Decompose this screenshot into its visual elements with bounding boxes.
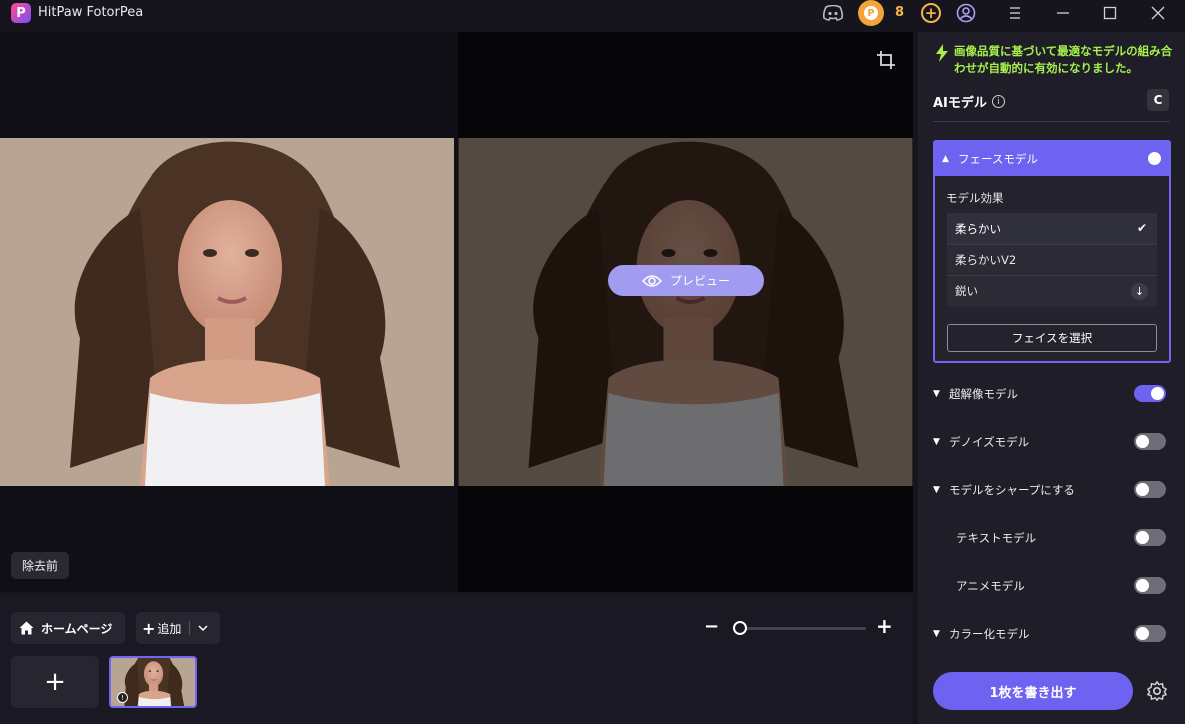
close-icon[interactable]	[1146, 1, 1170, 25]
account-icon[interactable]	[954, 1, 978, 25]
title-bar: P HitPaw FotorPea P 8 +	[0, 0, 1185, 26]
caret-down-icon[interactable]: ▼	[933, 485, 949, 495]
preview-button[interactable]: プレビュー	[608, 265, 764, 296]
caret-down-icon[interactable]: ▼	[933, 437, 949, 447]
zoom-slider-track[interactable]	[740, 627, 866, 630]
home-label: ホームページ	[41, 621, 113, 636]
bottom-bar: ホームページ + 追加 − + + !	[0, 596, 913, 724]
zoom-in-button[interactable]: +	[876, 614, 893, 638]
auto-enable-notice: 画像品質に基づいて最適なモデルの組み合わせが自動的に有効になりました。	[936, 43, 1176, 77]
model-effect-options: 柔らかい ✔ 柔らかいV2 鋭い ↓	[947, 213, 1157, 307]
crop-icon[interactable]	[874, 48, 898, 72]
menu-icon[interactable]	[1003, 1, 1027, 25]
eye-icon	[641, 274, 662, 287]
buy-credits-plus-icon[interactable]: +	[921, 3, 941, 23]
home-button[interactable]: ホームページ	[11, 612, 125, 644]
app-logo-icon: P	[11, 3, 31, 23]
model-row-denoise: ▼ デノイズモデル	[933, 430, 1171, 454]
add-separator	[189, 621, 191, 635]
anime-model-toggle[interactable]	[1134, 577, 1166, 594]
option-label: 柔らかい	[955, 221, 1001, 236]
add-button[interactable]: + 追加	[136, 612, 220, 644]
face-model-toggle[interactable]	[1131, 150, 1163, 167]
caret-down-icon[interactable]: ▼	[933, 629, 949, 639]
model-label: デノイズモデル	[949, 435, 1030, 449]
model-label: テキストモデル	[956, 531, 1037, 545]
credits-count: 8	[895, 5, 905, 20]
thumbnail-info-icon: !	[117, 692, 128, 703]
model-label: モデルをシャープにする	[949, 483, 1075, 497]
preview-label: プレビュー	[669, 274, 730, 288]
option-label: 柔らかいV2	[955, 253, 1017, 267]
discord-icon[interactable]	[821, 1, 845, 25]
denoise-toggle[interactable]	[1134, 433, 1166, 450]
add-plus-icon: +	[142, 618, 156, 638]
gear-icon[interactable]	[1146, 680, 1168, 702]
maximize-icon[interactable]	[1098, 1, 1122, 25]
before-label: 除去前	[11, 552, 69, 579]
add-label: 追加	[157, 621, 182, 636]
super-resolution-toggle[interactable]	[1134, 385, 1166, 402]
reset-button[interactable]: C	[1147, 89, 1169, 111]
face-model-title: フェースモデル	[958, 152, 1038, 166]
sharpen-toggle[interactable]	[1134, 481, 1166, 498]
face-model-section: ▲ フェースモデル モデル効果 柔らかい ✔ 柔らかいV2 鋭い ↓ フェイスを…	[933, 140, 1171, 363]
chevron-down-icon[interactable]	[198, 624, 208, 632]
lightning-icon	[936, 44, 948, 62]
image-thumbnail[interactable]: !	[109, 656, 197, 708]
model-row-super-resolution: ▼ 超解像モデル	[933, 382, 1171, 406]
colorize-toggle[interactable]	[1134, 625, 1166, 642]
minimize-icon[interactable]	[1051, 1, 1075, 25]
model-row-sharpen: ▼ モデルをシャープにする	[933, 478, 1171, 502]
after-image	[458, 138, 913, 486]
model-row-colorize: ▼ カラー化モデル	[933, 622, 1171, 646]
download-icon[interactable]: ↓	[1131, 283, 1148, 300]
ai-model-title: AIモデル i	[933, 92, 1005, 111]
option-label: 鋭い	[955, 284, 978, 298]
effect-option-sharp[interactable]: 鋭い ↓	[947, 275, 1157, 306]
info-icon[interactable]: i	[991, 95, 1005, 108]
image-canvas: 除去前	[0, 32, 913, 592]
model-label: カラー化モデル	[949, 627, 1030, 641]
face-model-header[interactable]: ▲ フェースモデル	[935, 142, 1169, 176]
effect-option-soft[interactable]: 柔らかい ✔	[947, 213, 1157, 244]
app-title: HitPaw FotorPea	[38, 5, 144, 20]
after-preview-pane	[458, 32, 913, 592]
text-model-toggle[interactable]	[1134, 529, 1166, 546]
zoom-out-button[interactable]: −	[704, 616, 719, 637]
export-button[interactable]: 1枚を書き出す	[933, 672, 1133, 710]
notice-text: 画像品質に基づいて最適なモデルの組み合わせが自動的に有効になりました。	[954, 44, 1173, 75]
add-image-button[interactable]: +	[11, 656, 99, 708]
checkmark-icon: ✔	[1136, 221, 1147, 235]
model-label: 超解像モデル	[949, 387, 1018, 401]
model-label: アニメモデル	[956, 579, 1025, 593]
effect-option-soft-v2[interactable]: 柔らかいV2	[947, 244, 1157, 275]
caret-up-icon[interactable]: ▲	[942, 154, 952, 164]
caret-down-icon[interactable]: ▼	[933, 389, 949, 399]
ai-model-title-text: AIモデル	[933, 96, 987, 111]
model-row-text: テキストモデル	[933, 526, 1171, 550]
zoom-slider-handle[interactable]	[733, 621, 747, 635]
home-icon	[19, 621, 34, 635]
divider	[933, 121, 1170, 122]
credits-coin-icon[interactable]: P	[858, 0, 884, 26]
model-effect-label: モデル効果	[946, 191, 1004, 205]
model-row-anime: アニメモデル	[933, 574, 1171, 598]
select-face-button[interactable]: フェイスを選択	[947, 324, 1157, 352]
ai-model-panel: 画像品質に基づいて最適なモデルの組み合わせが自動的に有効になりました。 AIモデ…	[918, 32, 1185, 724]
before-image	[0, 138, 454, 486]
